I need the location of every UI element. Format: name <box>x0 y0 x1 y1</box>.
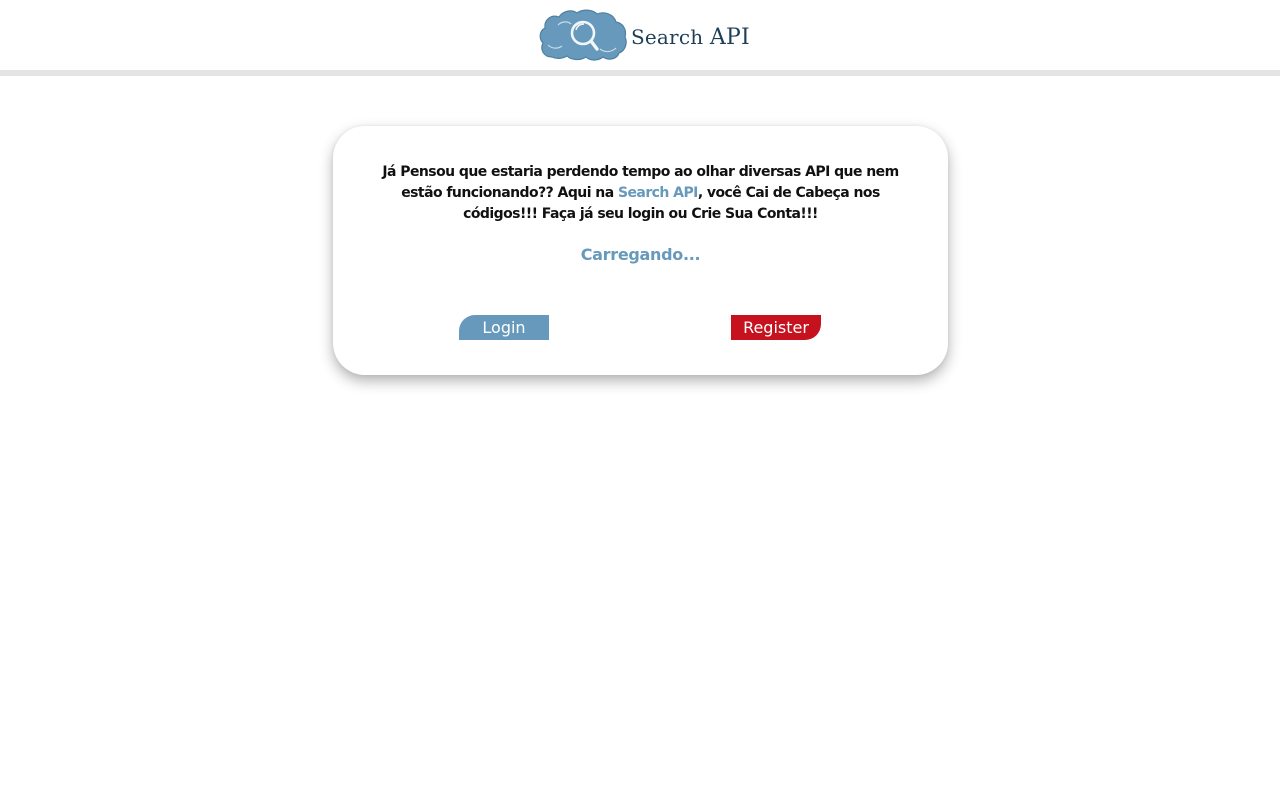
register-button[interactable]: Register <box>731 315 821 340</box>
logo-text-api: API <box>709 24 750 50</box>
site-logo[interactable]: Search API <box>538 9 750 61</box>
login-button[interactable]: Login <box>459 315 549 340</box>
cloud-magnifier-icon <box>539 9 627 61</box>
logo-text: Search API <box>631 25 750 50</box>
site-header: Search API <box>0 0 1280 70</box>
header-divider <box>0 70 1280 76</box>
intro-text: Já Pensou que estaria perdendo tempo ao … <box>363 162 918 225</box>
logo-text-search: Search <box>631 24 704 49</box>
welcome-card: Já Pensou que estaria perdendo tempo ao … <box>333 126 948 375</box>
intro-brand-name: Search API <box>617 185 698 201</box>
loading-status: Carregando... <box>580 245 701 264</box>
